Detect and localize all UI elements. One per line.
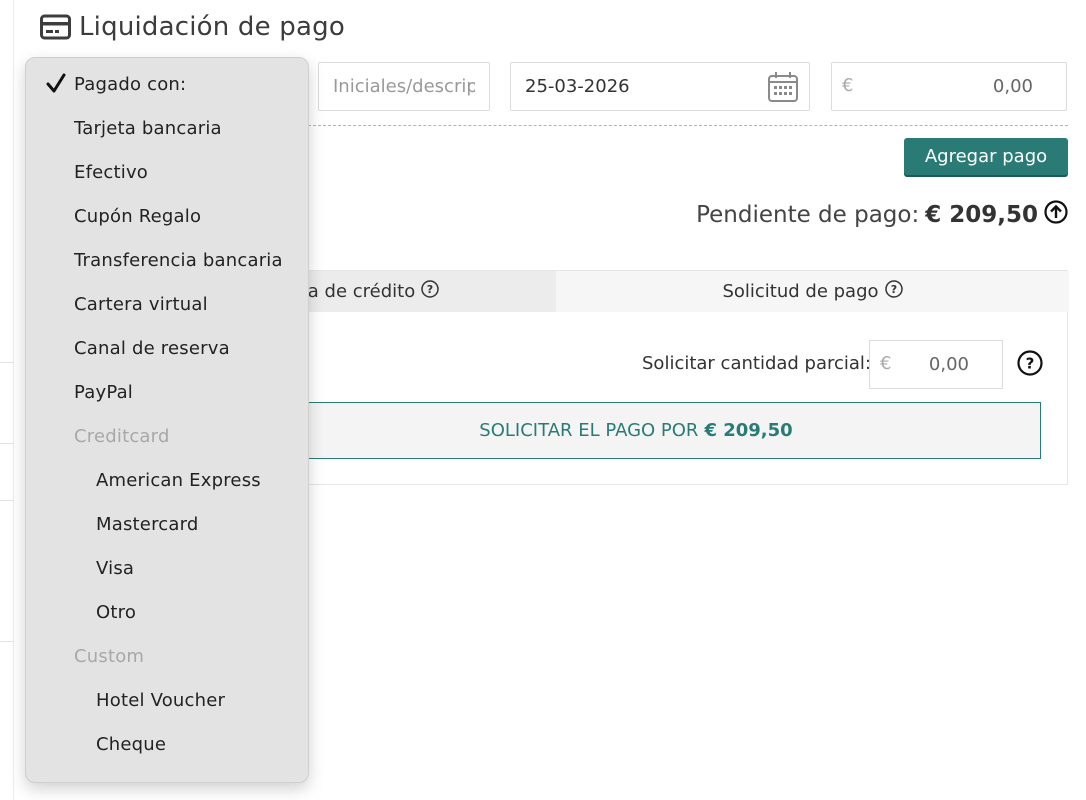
dropdown-item-label: Tarjeta bancaria — [74, 117, 222, 139]
request-payment-button[interactable]: SOLICITAR EL PAGO POR € 209,50 — [231, 402, 1041, 459]
request-button-amount: € 209,50 — [704, 420, 793, 441]
dropdown-item-cash[interactable]: Efectivo — [26, 150, 308, 194]
date-field[interactable] — [510, 62, 810, 111]
dropdown-item-label: Otro — [96, 601, 137, 623]
dropdown-item-label: Canal de reserva — [74, 337, 230, 359]
dropdown-item-label: Cheque — [96, 733, 167, 755]
tab-credit-label: a de crédito — [307, 281, 416, 302]
dropdown-item-bank-card[interactable]: Tarjeta bancaria — [26, 106, 308, 150]
page-header: Liquidación de pago — [40, 12, 345, 42]
dropdown-group-custom: Custom — [26, 634, 308, 678]
help-icon[interactable]: ? — [884, 280, 903, 303]
dropdown-group-creditcard: Creditcard — [26, 414, 308, 458]
request-button-prefix: SOLICITAR EL PAGO POR — [479, 420, 699, 441]
dashed-separator — [308, 125, 1068, 126]
dropdown-group-label: Creditcard — [74, 425, 170, 447]
partial-amount-label: Solicitar cantidad parcial: — [642, 353, 871, 374]
dropdown-item-label: American Express — [96, 469, 261, 491]
currency-symbol: € — [842, 75, 854, 96]
dropdown-item-label: Transferencia bancaria — [74, 249, 283, 271]
arrow-up-circle-icon[interactable] — [1044, 200, 1068, 230]
dropdown-item-label: Efectivo — [74, 161, 149, 183]
amount-input[interactable] — [832, 63, 1066, 110]
dropdown-item-bank-transfer[interactable]: Transferencia bancaria — [26, 238, 308, 282]
calendar-icon[interactable] — [767, 71, 799, 108]
dropdown-item-label: Cupón Regalo — [74, 205, 202, 227]
dropdown-item-paid-with[interactable]: Pagado con: — [26, 62, 308, 106]
tab-request-label: Solicitud de pago — [722, 281, 879, 302]
svg-text:?: ? — [427, 283, 433, 296]
left-divider — [0, 500, 14, 501]
dropdown-item-label: Visa — [96, 557, 135, 579]
date-input[interactable] — [511, 63, 809, 110]
dropdown-item-visa[interactable]: Visa — [26, 546, 308, 590]
credit-card-icon — [40, 14, 71, 40]
dropdown-item-other[interactable]: Otro — [26, 590, 308, 634]
amount-field[interactable]: € — [831, 62, 1067, 111]
initials-input[interactable] — [319, 63, 489, 110]
dropdown-item-booking-channel[interactable]: Canal de reserva — [26, 326, 308, 370]
payment-panel: a de crédito ? Solicitud de pago ? Solic… — [190, 270, 1069, 485]
left-panel-edge — [0, 0, 14, 800]
dropdown-item-mastercard[interactable]: Mastercard — [26, 502, 308, 546]
dropdown-item-paypal[interactable]: PayPal — [26, 370, 308, 414]
help-icon[interactable]: ? — [1017, 350, 1043, 380]
svg-text:?: ? — [1026, 355, 1035, 373]
svg-text:?: ? — [890, 283, 896, 296]
payment-method-dropdown[interactable]: Pagado con: Tarjeta bancaria Efectivo Cu… — [25, 57, 309, 783]
left-divider — [0, 362, 14, 363]
add-payment-button[interactable]: Agregar pago — [904, 138, 1068, 175]
dropdown-item-label: PayPal — [74, 381, 134, 403]
dropdown-item-label: Pagado con: — [74, 73, 187, 95]
checkmark-icon — [45, 71, 67, 100]
dropdown-item-label: Cartera virtual — [74, 293, 208, 315]
page-title: Liquidación de pago — [79, 12, 345, 42]
dropdown-item-label: Hotel Voucher — [96, 689, 226, 711]
pending-amount: € 209,50 — [925, 202, 1038, 228]
initials-field[interactable] — [318, 62, 490, 111]
dropdown-item-label: Mastercard — [96, 513, 199, 535]
tab-payment-request[interactable]: Solicitud de pago ? — [556, 271, 1069, 312]
dropdown-item-virtual-wallet[interactable]: Cartera virtual — [26, 282, 308, 326]
currency-symbol: € — [880, 353, 892, 374]
pending-payment: Pendiente de pago: € 209,50 — [696, 200, 1068, 230]
pending-label: Pendiente de pago: — [696, 202, 920, 228]
dropdown-group-label: Custom — [74, 645, 145, 667]
help-icon[interactable]: ? — [421, 280, 439, 303]
dropdown-item-gift-voucher[interactable]: Cupón Regalo — [26, 194, 308, 238]
dropdown-item-hotel-voucher[interactable]: Hotel Voucher — [26, 678, 308, 722]
left-divider — [0, 641, 14, 642]
left-divider — [0, 443, 14, 444]
dropdown-item-american-express[interactable]: American Express — [26, 458, 308, 502]
dropdown-item-cheque[interactable]: Cheque — [26, 722, 308, 766]
partial-amount-field[interactable]: € — [869, 340, 1003, 389]
